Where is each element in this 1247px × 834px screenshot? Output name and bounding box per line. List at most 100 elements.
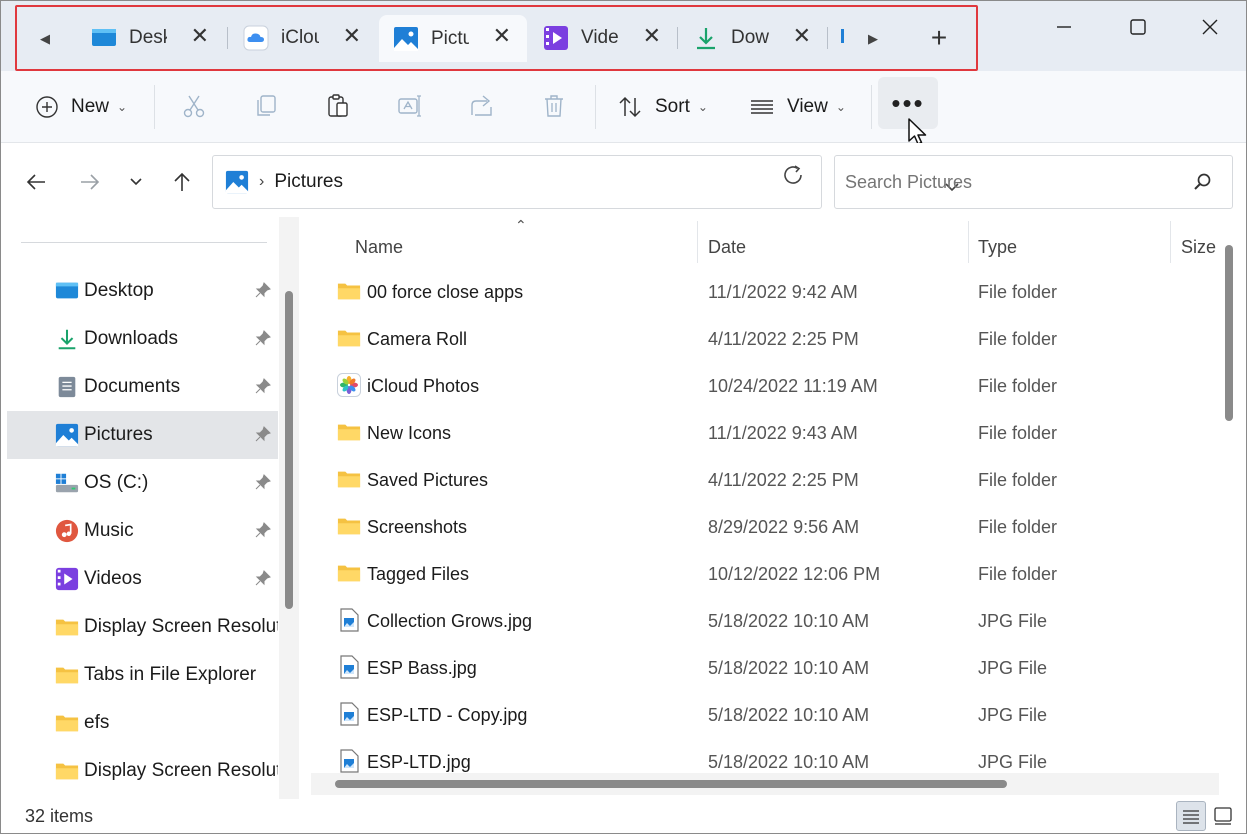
file-row[interactable]: Camera Roll 4/11/2022 2:25 PM File folde… xyxy=(307,316,1223,363)
view-button[interactable]: View ⌄ xyxy=(749,87,846,127)
close-icon xyxy=(1202,19,1218,35)
toolbar-divider xyxy=(871,85,872,129)
cut-button[interactable] xyxy=(177,89,211,123)
sidebar-item-desktop[interactable]: Desktop xyxy=(7,267,278,315)
plus-icon: + xyxy=(930,22,948,53)
minimize-button[interactable] xyxy=(1041,9,1087,45)
forward-button[interactable] xyxy=(75,167,105,197)
share-button[interactable] xyxy=(465,89,499,123)
file-list-horizontal-scrollbar-thumb[interactable] xyxy=(335,780,1007,788)
minimize-icon xyxy=(1057,26,1071,28)
new-label: New xyxy=(71,96,110,117)
file-list-vertical-scrollbar[interactable] xyxy=(1225,245,1233,421)
up-button[interactable] xyxy=(167,167,197,197)
close-icon[interactable]: ✕ xyxy=(493,25,511,47)
sidebar-item-os-drive[interactable]: OS (C:) xyxy=(7,459,278,507)
tab-scroll-left-button[interactable]: ◀ xyxy=(27,21,63,57)
status-bar: 32 items xyxy=(1,799,1246,833)
file-date: 5/18/2022 10:10 AM xyxy=(708,705,870,725)
toolbar-divider xyxy=(595,85,596,129)
column-divider[interactable] xyxy=(1170,221,1171,263)
close-window-button[interactable] xyxy=(1187,9,1233,45)
pin-icon[interactable] xyxy=(254,473,272,491)
sidebar-item-folder[interactable]: Display Screen Resolution xyxy=(7,747,278,795)
close-icon[interactable]: ✕ xyxy=(343,25,361,47)
pin-icon[interactable] xyxy=(254,377,272,395)
column-header-type[interactable]: Type xyxy=(978,229,1017,265)
recent-locations-button[interactable] xyxy=(121,167,151,197)
triangle-right-icon: ▶ xyxy=(868,31,878,46)
sort-button[interactable]: Sort ⌄ xyxy=(617,87,708,127)
file-row[interactable]: New Icons 11/1/2022 9:43 AM File folder xyxy=(307,410,1223,457)
close-icon[interactable]: ✕ xyxy=(643,25,661,47)
file-name: ESP-LTD.jpg xyxy=(367,752,471,772)
file-row[interactable]: ESP Bass.jpg 5/18/2022 10:10 AM JPG File xyxy=(307,645,1223,692)
sidebar-item-documents[interactable]: Documents xyxy=(7,363,278,411)
tab-scroll-right-button[interactable]: ▶ xyxy=(855,21,891,57)
documents-icon xyxy=(58,376,76,398)
pin-icon[interactable] xyxy=(254,281,272,299)
details-view-button[interactable] xyxy=(1176,801,1206,831)
sidebar-item-pictures[interactable]: Pictures xyxy=(7,411,278,459)
file-row[interactable]: 00 force close apps 11/1/2022 9:42 AM Fi… xyxy=(307,269,1223,316)
refresh-button[interactable] xyxy=(781,163,805,193)
tab-downloads[interactable]: Down ✕ xyxy=(679,15,827,61)
address-bar[interactable]: › Pictures xyxy=(212,155,959,209)
tab-videos[interactable]: Video ✕ xyxy=(529,15,677,61)
search-input[interactable] xyxy=(845,171,1175,193)
arrow-left-icon xyxy=(26,174,45,190)
pin-icon[interactable] xyxy=(254,569,272,587)
pin-icon[interactable] xyxy=(254,521,272,539)
sidebar-item-videos[interactable]: Videos xyxy=(7,555,278,603)
maximize-button[interactable] xyxy=(1115,9,1161,45)
tiles-view-button[interactable] xyxy=(1208,801,1238,831)
image-file-icon xyxy=(340,749,359,773)
close-icon[interactable]: ✕ xyxy=(793,25,811,47)
close-icon[interactable]: ✕ xyxy=(191,25,209,47)
delete-button[interactable] xyxy=(537,89,571,123)
sidebar-item-label: Downloads xyxy=(84,328,178,349)
pin-icon[interactable] xyxy=(254,329,272,347)
pin-icon[interactable] xyxy=(254,425,272,443)
sidebar-scrollbar-thumb[interactable] xyxy=(285,291,293,609)
sidebar-item-music[interactable]: Music xyxy=(7,507,278,555)
plus-circle-icon xyxy=(36,96,58,118)
file-row[interactable]: Screenshots 8/29/2022 9:56 AM File folde… xyxy=(307,504,1223,551)
file-type: File folder xyxy=(978,329,1058,349)
file-row[interactable]: Tagged Files 10/12/2022 12:06 PM File fo… xyxy=(307,551,1223,598)
column-divider[interactable] xyxy=(697,221,698,263)
more-dots-icon: ••• xyxy=(891,87,925,118)
tab-pictures[interactable]: Pictur ✕ xyxy=(379,15,527,62)
file-row[interactable]: ESP-LTD - Copy.jpg 5/18/2022 10:10 AM JP… xyxy=(307,692,1223,739)
title-bar: ◀ Deskt ✕ iCloud ✕ Pictur ✕ Video ✕ xyxy=(1,1,1246,71)
paste-button[interactable] xyxy=(321,89,355,123)
image-file-icon xyxy=(340,702,359,726)
back-button[interactable] xyxy=(21,167,51,197)
sidebar-item-folder[interactable]: Tabs in File Explorer xyxy=(7,651,278,699)
sidebar-item-folder[interactable]: efs xyxy=(7,699,278,747)
new-tab-button[interactable]: + xyxy=(923,23,955,55)
tiles-view-icon xyxy=(1214,807,1232,825)
tab-desktop[interactable]: Deskt ✕ xyxy=(77,15,225,61)
copy-button[interactable] xyxy=(249,89,283,123)
column-divider[interactable] xyxy=(968,221,969,263)
breadcrumb-pictures[interactable]: Pictures xyxy=(274,171,343,193)
rename-button[interactable] xyxy=(393,89,427,123)
file-date: 11/1/2022 9:43 AM xyxy=(708,423,858,443)
search-icon[interactable] xyxy=(1192,172,1212,192)
sidebar-item-folder[interactable]: Display Screen Resolution xyxy=(7,603,278,651)
column-header-size[interactable]: Size xyxy=(1181,229,1216,265)
file-row[interactable]: Collection Grows.jpg 5/18/2022 10:10 AM … xyxy=(307,598,1223,645)
file-row[interactable]: Saved Pictures 4/11/2022 2:25 PM File fo… xyxy=(307,457,1223,504)
sidebar-item-downloads[interactable]: Downloads xyxy=(7,315,278,363)
column-header-date[interactable]: Date xyxy=(708,229,746,265)
icloud-icon xyxy=(243,25,269,51)
details-view-icon xyxy=(1183,810,1199,824)
pictures-icon xyxy=(394,26,418,51)
file-row[interactable]: iCloud Photos 10/24/2022 11:19 AM File f… xyxy=(307,363,1223,410)
tab-icloud[interactable]: iCloud ✕ xyxy=(229,15,377,61)
new-button[interactable]: New ⌄ xyxy=(35,87,127,127)
folder-icon xyxy=(337,330,361,347)
column-header-name[interactable]: Name xyxy=(355,229,403,265)
search-box[interactable] xyxy=(834,155,1233,209)
